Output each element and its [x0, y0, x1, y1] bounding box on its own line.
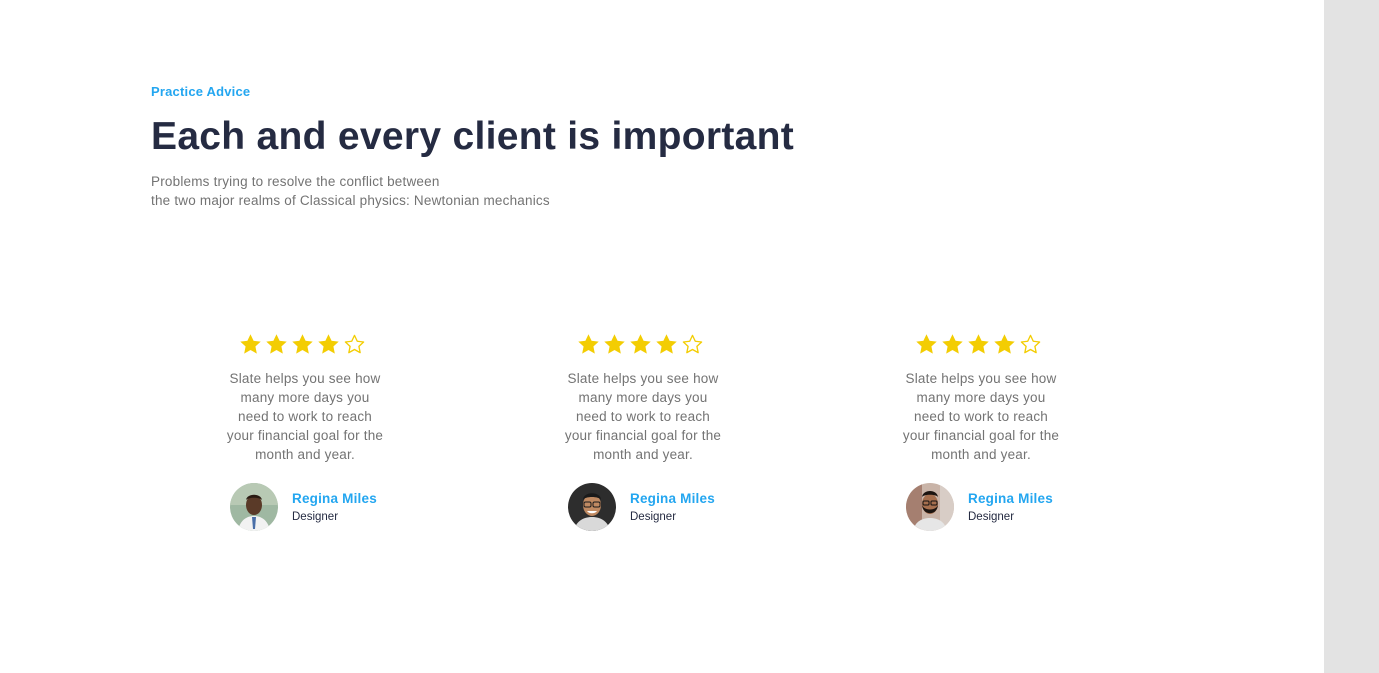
testimonial-card: Slate helps you see how many more days y…	[891, 333, 1071, 531]
scrollbar-track[interactable]	[1324, 0, 1379, 673]
author-info: Regina Miles Designer	[292, 490, 377, 525]
avatar	[906, 483, 954, 531]
star-outline-icon	[343, 333, 366, 357]
star-outline-icon	[681, 333, 704, 357]
section-subtitle: Problems trying to resolve the conflict …	[151, 172, 804, 210]
testimonial-quote: Slate helps you see how many more days y…	[564, 371, 722, 462]
star-filled-icon	[291, 333, 314, 357]
author-info: Regina Miles Designer	[968, 490, 1053, 525]
testimonial-author: Regina Miles Designer	[906, 483, 1071, 531]
testimonial-author: Regina Miles Designer	[230, 483, 395, 531]
testimonial-quote: Slate helps you see how many more days y…	[902, 371, 1060, 462]
star-filled-icon	[629, 333, 652, 357]
star-filled-icon	[239, 333, 262, 357]
author-role: Designer	[630, 510, 677, 523]
avatar	[230, 483, 278, 531]
author-name[interactable]: Regina Miles	[292, 490, 377, 508]
section-eyebrow: Practice Advice	[151, 84, 251, 99]
section-header: Practice Advice Each and every client is…	[151, 84, 804, 210]
star-filled-icon	[577, 333, 600, 357]
star-filled-icon	[941, 333, 964, 357]
star-filled-icon	[967, 333, 990, 357]
star-filled-icon	[915, 333, 938, 357]
star-filled-icon	[603, 333, 626, 357]
author-info: Regina Miles Designer	[630, 490, 715, 525]
testimonial-author: Regina Miles Designer	[568, 483, 733, 531]
author-name[interactable]: Regina Miles	[630, 490, 715, 508]
star-filled-icon	[265, 333, 288, 357]
star-rating	[210, 333, 395, 357]
star-rating	[886, 333, 1071, 357]
testimonial-quote: Slate helps you see how many more days y…	[226, 371, 384, 462]
author-name[interactable]: Regina Miles	[968, 490, 1053, 508]
author-role: Designer	[292, 510, 339, 523]
section-subtitle-line-2: the two major realms of Classical physic…	[151, 193, 550, 208]
star-filled-icon	[655, 333, 678, 357]
testimonials-page: Practice Advice Each and every client is…	[0, 0, 1379, 673]
avatar	[568, 483, 616, 531]
star-filled-icon	[993, 333, 1016, 357]
testimonial-card: Slate helps you see how many more days y…	[215, 333, 395, 531]
star-rating	[548, 333, 733, 357]
author-role: Designer	[968, 510, 1015, 523]
section-subtitle-line-1: Problems trying to resolve the conflict …	[151, 174, 440, 189]
testimonial-card: Slate helps you see how many more days y…	[553, 333, 733, 531]
star-outline-icon	[1019, 333, 1042, 357]
section-title: Each and every client is important	[151, 115, 795, 158]
star-filled-icon	[317, 333, 340, 357]
